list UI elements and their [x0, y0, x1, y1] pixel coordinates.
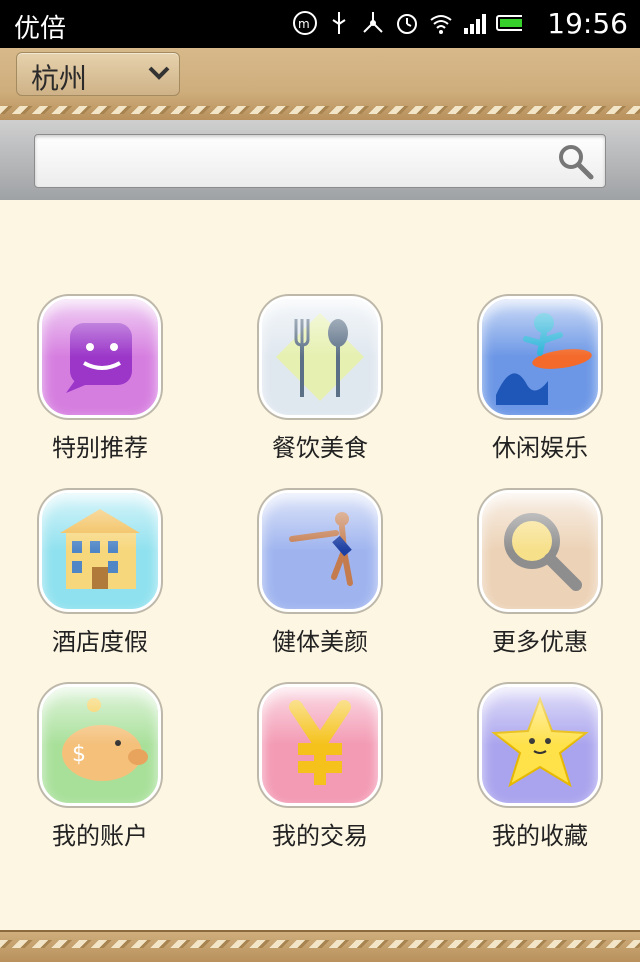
svg-text:$: $: [72, 742, 86, 767]
menu-label: 更多优惠: [492, 628, 588, 656]
battery-icon: [496, 10, 522, 36]
menu-item-fitness[interactable]: 健体美颜: [220, 490, 420, 660]
menu-label: 我的交易: [272, 822, 368, 850]
magnifier-icon: [479, 490, 601, 612]
usb-icon: [326, 10, 352, 36]
menu-item-my-transactions[interactable]: 我的交易: [220, 684, 420, 854]
chevron-down-icon: [148, 66, 170, 80]
piggy-bank-icon: $: [39, 684, 161, 806]
status-icons: m: [292, 10, 522, 36]
menu-label: 休闲娱乐: [492, 434, 588, 462]
surfer-icon: [479, 296, 601, 418]
search-box[interactable]: [34, 134, 606, 188]
search-input[interactable]: [47, 147, 531, 177]
menu-item-leisure[interactable]: 休闲娱乐: [440, 296, 640, 466]
menu-item-my-account[interactable]: $ 我的账户: [0, 684, 200, 854]
status-bar: 优倍 m 19:56: [0, 0, 640, 48]
city-selector[interactable]: 杭州: [16, 52, 180, 96]
m-logo-icon: m: [292, 10, 318, 36]
menu-item-more-deals[interactable]: 更多优惠: [440, 490, 640, 660]
gymnast-icon: [259, 490, 381, 612]
menu-label: 餐饮美食: [272, 434, 368, 462]
tethering-icon: [360, 10, 386, 36]
menu-label: 酒店度假: [52, 628, 148, 656]
chat-face-icon: [39, 296, 161, 418]
wifi-icon: [428, 10, 454, 36]
yen-sign-icon: [259, 684, 381, 806]
alarm-icon: [394, 10, 420, 36]
menu-label: 特别推荐: [52, 434, 148, 462]
menu-label: 我的账户: [52, 822, 148, 850]
status-app-name: 优倍: [14, 14, 67, 44]
fork-spoon-icon: [259, 296, 381, 418]
menu-item-hotel[interactable]: 酒店度假: [0, 490, 200, 660]
menu-label: 我的收藏: [492, 822, 588, 850]
search-icon[interactable]: [555, 141, 595, 181]
status-time: 19:56: [547, 7, 628, 40]
svg-text:m: m: [298, 17, 310, 31]
star-icon: [479, 684, 601, 806]
footer-bar: [0, 930, 640, 962]
menu-item-my-favorites[interactable]: 我的收藏: [440, 684, 640, 854]
signal-icon: [462, 10, 488, 36]
city-label: 杭州: [31, 62, 88, 95]
menu-item-dining[interactable]: 餐饮美食: [220, 296, 420, 466]
menu-item-special[interactable]: 特别推荐: [0, 296, 200, 466]
stitch-decoration: [0, 106, 640, 114]
hotel-building-icon: [39, 490, 161, 612]
stitch-decoration: [0, 940, 640, 948]
menu-label: 健体美颜: [272, 628, 368, 656]
search-bar: [0, 120, 640, 200]
